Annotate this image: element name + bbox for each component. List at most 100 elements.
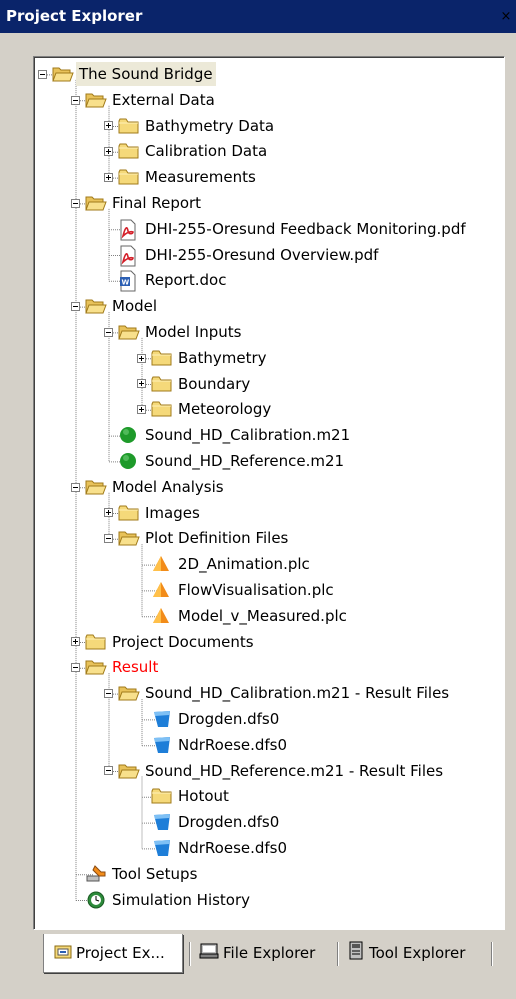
plot-cone-icon bbox=[151, 580, 173, 602]
collapse-minus-icon[interactable] bbox=[71, 198, 80, 208]
tree-node[interactable]: Plot Definition Files bbox=[34, 526, 504, 552]
tree-node[interactable]: Tool Setups bbox=[34, 862, 504, 888]
folder-icon bbox=[151, 348, 173, 370]
expand-plus-icon[interactable] bbox=[104, 173, 113, 183]
tree-node[interactable]: Result bbox=[34, 655, 504, 681]
folder-open-icon bbox=[118, 761, 140, 783]
tab-tool-explorer[interactable]: Tool Explorer bbox=[347, 934, 487, 972]
expand-plus-icon[interactable] bbox=[71, 637, 80, 647]
folder-open-icon bbox=[118, 528, 140, 550]
tree-node-label: DHI-255-Oresund Overview.pdf bbox=[145, 245, 379, 264]
window-title: Project Explorer bbox=[6, 7, 143, 25]
tree-node[interactable]: Sound_HD_Calibration.m21 bbox=[34, 423, 504, 449]
tree-node[interactable]: NdrRoese.dfs0 bbox=[34, 836, 504, 862]
tree-node[interactable]: Drogden.dfs0 bbox=[34, 810, 504, 836]
tree-node-label: Model_v_Measured.plc bbox=[178, 606, 347, 625]
tree-node-label: Model bbox=[112, 297, 158, 316]
tab-project-explorer[interactable]: Project Ex... bbox=[43, 934, 183, 973]
tree-node-label: Images bbox=[145, 503, 200, 522]
tree-node[interactable]: FlowVisualisation.plc bbox=[34, 578, 504, 604]
expand-plus-icon[interactable] bbox=[137, 379, 146, 389]
plot-cone-icon bbox=[151, 554, 173, 576]
close-icon[interactable]: × bbox=[498, 9, 514, 25]
tree-node-label: Simulation History bbox=[112, 890, 251, 909]
folder-icon bbox=[151, 399, 173, 421]
tree-node[interactable]: 2D_Animation.plc bbox=[34, 552, 504, 578]
collapse-minus-icon[interactable] bbox=[71, 663, 80, 673]
collapse-minus-icon[interactable] bbox=[38, 69, 47, 79]
tree-node-label: Sound_HD_Calibration.m21 - Result Files bbox=[145, 684, 450, 703]
tab-project-explorer-label: Project Ex... bbox=[76, 944, 165, 962]
tree-node-label: Model Analysis bbox=[112, 477, 224, 496]
tree-node[interactable]: Images bbox=[34, 501, 504, 527]
tree-node[interactable]: Measurements bbox=[34, 165, 504, 191]
tab-separator bbox=[189, 942, 190, 966]
tree-node-label: Bathymetry Data bbox=[145, 116, 275, 135]
folder-open-icon bbox=[85, 296, 107, 318]
tree-node[interactable]: The Sound Bridge bbox=[34, 62, 504, 88]
tree-node-label: Project Documents bbox=[112, 632, 254, 651]
tree-node[interactable]: External Data bbox=[34, 88, 504, 114]
history-clock-icon bbox=[85, 890, 107, 912]
tree-node[interactable]: Model Inputs bbox=[34, 320, 504, 346]
expand-plus-icon[interactable] bbox=[104, 147, 113, 157]
folder-icon bbox=[118, 503, 140, 525]
tree-node[interactable]: Bathymetry Data bbox=[34, 114, 504, 140]
folder-open-icon bbox=[118, 322, 140, 344]
collapse-minus-icon[interactable] bbox=[71, 482, 80, 492]
expand-plus-icon[interactable] bbox=[104, 508, 113, 518]
tree-node[interactable]: Model Analysis bbox=[34, 475, 504, 501]
tree-node-label: External Data bbox=[112, 90, 215, 109]
tree-node[interactable]: Bathymetry bbox=[34, 346, 504, 372]
folder-open-icon bbox=[85, 90, 107, 112]
tree-node[interactable]: Sound_HD_Reference.m21 bbox=[34, 449, 504, 475]
green-model-icon bbox=[118, 425, 140, 447]
tree-node[interactable]: Model_v_Measured.plc bbox=[34, 604, 504, 630]
tab-separator bbox=[337, 942, 338, 966]
tree-node[interactable]: Sound_HD_Calibration.m21 - Result Files bbox=[34, 681, 504, 707]
collapse-minus-icon[interactable] bbox=[104, 534, 113, 544]
blue-dfs-icon bbox=[151, 709, 173, 731]
collapse-minus-icon[interactable] bbox=[71, 302, 80, 312]
tree-node-label: Measurements bbox=[145, 168, 256, 187]
folder-open-icon bbox=[85, 193, 107, 215]
tree-node[interactable]: Simulation History bbox=[34, 888, 504, 914]
tree-node-label: Hotout bbox=[178, 787, 229, 806]
tree-node[interactable]: Boundary bbox=[34, 372, 504, 398]
tree-node[interactable]: Meteorology bbox=[34, 397, 504, 423]
tree-node-label: Drogden.dfs0 bbox=[178, 710, 280, 728]
tree-node[interactable]: Project Documents bbox=[34, 630, 504, 656]
tree-node[interactable]: Sound_HD_Reference.m21 - Result Files bbox=[34, 759, 504, 785]
tree-node-label: Final Report bbox=[112, 194, 202, 212]
collapse-minus-icon[interactable] bbox=[71, 95, 80, 105]
expand-plus-icon[interactable] bbox=[137, 353, 146, 363]
blue-dfs-icon bbox=[151, 735, 173, 757]
tree-node[interactable]: Final Report bbox=[34, 191, 504, 217]
tree-node-label: Tool Setups bbox=[112, 864, 198, 883]
blue-dfs-icon bbox=[151, 838, 173, 860]
folder-open-icon bbox=[85, 477, 107, 499]
tree-node-label: NdrRoese.dfs0 bbox=[178, 839, 288, 857]
tree-node[interactable]: Model bbox=[34, 294, 504, 320]
svg-text:W: W bbox=[122, 279, 130, 287]
tree-node-label: Drogden.dfs0 bbox=[178, 813, 280, 832]
folder-icon bbox=[118, 141, 140, 163]
tree-node-label: Calibration Data bbox=[145, 142, 268, 161]
tree-node-label: Boundary bbox=[178, 374, 251, 393]
tree-node[interactable]: NdrRoese.dfs0 bbox=[34, 733, 504, 759]
tree-node[interactable]: Drogden.dfs0 bbox=[34, 707, 504, 733]
tab-file-explorer[interactable]: File Explorer bbox=[199, 934, 333, 972]
collapse-minus-icon[interactable] bbox=[104, 689, 113, 699]
expand-plus-icon[interactable] bbox=[137, 405, 146, 415]
expand-plus-icon[interactable] bbox=[104, 121, 113, 131]
collapse-minus-icon[interactable] bbox=[104, 327, 113, 337]
tree-node[interactable]: W Report.doc bbox=[34, 268, 504, 294]
tree-node[interactable]: DHI-255-Oresund Feedback Monitoring.pdf bbox=[34, 217, 504, 243]
tree-node[interactable]: DHI-255-Oresund Overview.pdf bbox=[34, 243, 504, 269]
collapse-minus-icon[interactable] bbox=[104, 766, 113, 776]
project-explorer-icon bbox=[54, 943, 72, 963]
folder-icon bbox=[151, 786, 173, 808]
tree-node[interactable]: Hotout bbox=[34, 784, 504, 810]
tab-tool-explorer-label: Tool Explorer bbox=[369, 944, 466, 962]
tree-node[interactable]: Calibration Data bbox=[34, 139, 504, 165]
